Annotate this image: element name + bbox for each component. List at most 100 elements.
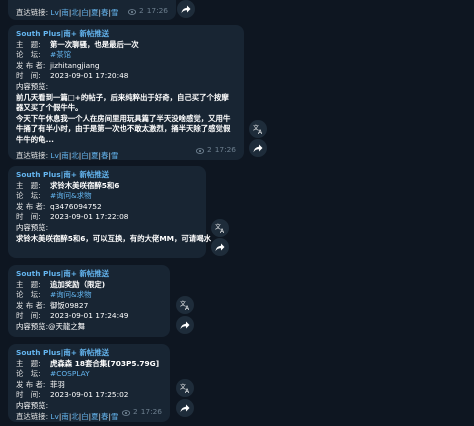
- channel-name[interactable]: South Plus|南+ 新帖推送: [16, 170, 198, 181]
- field-label: 论 坛:: [16, 369, 41, 379]
- svg-text:A: A: [220, 228, 225, 233]
- share-arrow-icon: [181, 5, 191, 13]
- link-south[interactable]: 南: [61, 151, 68, 160]
- link-north[interactable]: 北: [71, 412, 78, 421]
- forward-button[interactable]: [211, 238, 229, 256]
- link-lv[interactable]: Lv: [50, 151, 59, 160]
- post-author: 御饭09827: [50, 300, 89, 310]
- link-spring[interactable]: 春: [101, 8, 108, 17]
- message-card: South Plus|南+ 新帖推送 主 题: 虎森森 18套合集[703P5.7…: [8, 344, 170, 422]
- forum-hashtag[interactable]: #询问&求物: [50, 290, 92, 301]
- preview-text: @天龍之舞: [48, 321, 86, 331]
- preview-text: 求铃木美咲宿醉5和6，可以互换，有的大佬MM，可请喝水: [16, 233, 211, 243]
- eye-icon: [127, 8, 136, 15]
- post-author: jizhitangjiang: [50, 60, 100, 70]
- post-title: 第一次聊骚，也是最后一次: [50, 39, 139, 49]
- post-time: 2023-09-01 17:24:49: [50, 311, 129, 321]
- field-label: 发 布 者:: [16, 201, 46, 211]
- share-arrow-icon: [180, 404, 190, 412]
- field-label: 时 间:: [16, 71, 41, 81]
- post-title: 追加奖励（限定): [50, 279, 106, 289]
- translate-button[interactable]: 文A: [249, 120, 267, 138]
- forum-hashtag[interactable]: #询问&求物: [50, 191, 92, 202]
- forum-hashtag[interactable]: #茶馆: [50, 50, 71, 61]
- link-snow[interactable]: 雪: [111, 412, 118, 421]
- link-white[interactable]: 白: [81, 412, 88, 421]
- svg-text:A: A: [258, 129, 263, 134]
- translate-icon: 文A: [180, 383, 190, 393]
- message-partial: 直达链接: Lv|南|北|白|夏|春|雪 2 17:26: [8, 0, 176, 20]
- eye-icon: [195, 147, 204, 154]
- translate-button[interactable]: 文A: [176, 379, 194, 397]
- translate-button[interactable]: 文A: [176, 296, 194, 314]
- link-south[interactable]: 南: [61, 8, 68, 17]
- share-arrow-icon: [180, 321, 190, 329]
- post-author: 菲羽: [50, 379, 65, 389]
- channel-name[interactable]: South Plus|南+ 新帖推送: [16, 269, 162, 280]
- field-label: 论 坛:: [16, 50, 41, 60]
- link-snow[interactable]: 雪: [111, 151, 118, 160]
- view-count: 2: [132, 407, 138, 417]
- post-title: 求铃木美咲宿醉5和6: [50, 180, 120, 190]
- preview-label: 内容预览:: [16, 81, 49, 91]
- link-snow[interactable]: 雪: [111, 8, 118, 17]
- post-title: 虎森森 18套合集[703P5.79G]: [50, 358, 160, 368]
- post-time: 2023-09-01 17:20:48: [50, 71, 129, 81]
- link-spring[interactable]: 春: [101, 151, 108, 160]
- preview-text: 前几天看到一篇□+的帖子，后来纯粹出于好奇，自己买了个按摩器又买了个假牛牛。: [16, 92, 229, 113]
- eye-icon: [121, 409, 130, 416]
- field-label: 发 布 者:: [16, 300, 46, 310]
- timestamp: 17:26: [214, 145, 236, 155]
- message-meta: 2 17:26: [195, 145, 236, 156]
- field-label: 主 题:: [16, 358, 41, 368]
- link-summer[interactable]: 夏: [91, 8, 98, 17]
- forward-button[interactable]: [177, 0, 195, 18]
- channel-name[interactable]: South Plus|南+ 新帖推送: [16, 348, 162, 359]
- translate-button[interactable]: 文A: [211, 219, 229, 237]
- field-label: 论 坛:: [16, 290, 41, 300]
- field-label: 主 题:: [16, 279, 41, 289]
- message-meta: 2 17:26: [121, 407, 162, 418]
- post-time: 2023-09-01 17:25:02: [50, 390, 129, 400]
- post-author: q3476094752: [50, 201, 102, 211]
- channel-name[interactable]: South Plus|南+ 新帖推送: [16, 29, 236, 40]
- field-label: 主 题:: [16, 39, 41, 49]
- forward-button[interactable]: [176, 399, 194, 417]
- view-count: 2: [206, 145, 212, 155]
- view-count: 2: [138, 6, 144, 16]
- field-label: 论 坛:: [16, 191, 41, 201]
- link-white[interactable]: 白: [81, 8, 88, 17]
- timestamp: 17:26: [146, 6, 168, 16]
- field-label: 主 题:: [16, 180, 41, 190]
- preview-label: 内容预览:: [16, 222, 49, 232]
- translate-icon: 文A: [253, 124, 263, 134]
- link-summer[interactable]: 夏: [91, 412, 98, 421]
- message-card: South Plus|南+ 新帖推送 主 题: 第一次聊骚，也是最后一次 论 坛:…: [8, 25, 244, 160]
- field-label: 发 布 者:: [16, 379, 46, 389]
- preview-label: 内容预览:: [16, 321, 49, 331]
- link-lv[interactable]: Lv: [50, 8, 59, 17]
- forward-button[interactable]: [176, 316, 194, 334]
- message-card: South Plus|南+ 新帖推送 主 题: 求铃木美咲宿醉5和6 论 坛: #询…: [8, 166, 211, 258]
- link-white[interactable]: 白: [81, 151, 88, 160]
- message-card: South Plus|南+ 新帖推送 主 题: 追加奖励（限定) 论 坛: #询问&…: [8, 265, 170, 337]
- field-label: 发 布 者:: [16, 60, 46, 70]
- link-north[interactable]: 北: [71, 8, 78, 17]
- message-meta: 2 17:26: [127, 6, 168, 17]
- translate-icon: 文A: [215, 223, 225, 233]
- svg-text:A: A: [185, 388, 190, 393]
- forum-hashtag[interactable]: #COSPLAY: [50, 369, 90, 380]
- share-arrow-icon: [253, 144, 263, 152]
- link-lv[interactable]: Lv: [50, 412, 59, 421]
- forward-button[interactable]: [249, 139, 267, 157]
- preview-text: 今天下午休息我一个人在房间里用玩具篇了半天没啥感觉，又用牛牛捅了有半小时，由于是…: [16, 113, 231, 144]
- link-south[interactable]: 南: [61, 412, 68, 421]
- timestamp: 17:26: [140, 407, 162, 417]
- link-spring[interactable]: 春: [101, 412, 108, 421]
- translate-icon: 文A: [180, 300, 190, 310]
- svg-text:A: A: [185, 305, 190, 310]
- link-summer[interactable]: 夏: [91, 151, 98, 160]
- field-label: 时 间:: [16, 390, 41, 400]
- field-label: 时 间:: [16, 212, 41, 222]
- link-north[interactable]: 北: [71, 151, 78, 160]
